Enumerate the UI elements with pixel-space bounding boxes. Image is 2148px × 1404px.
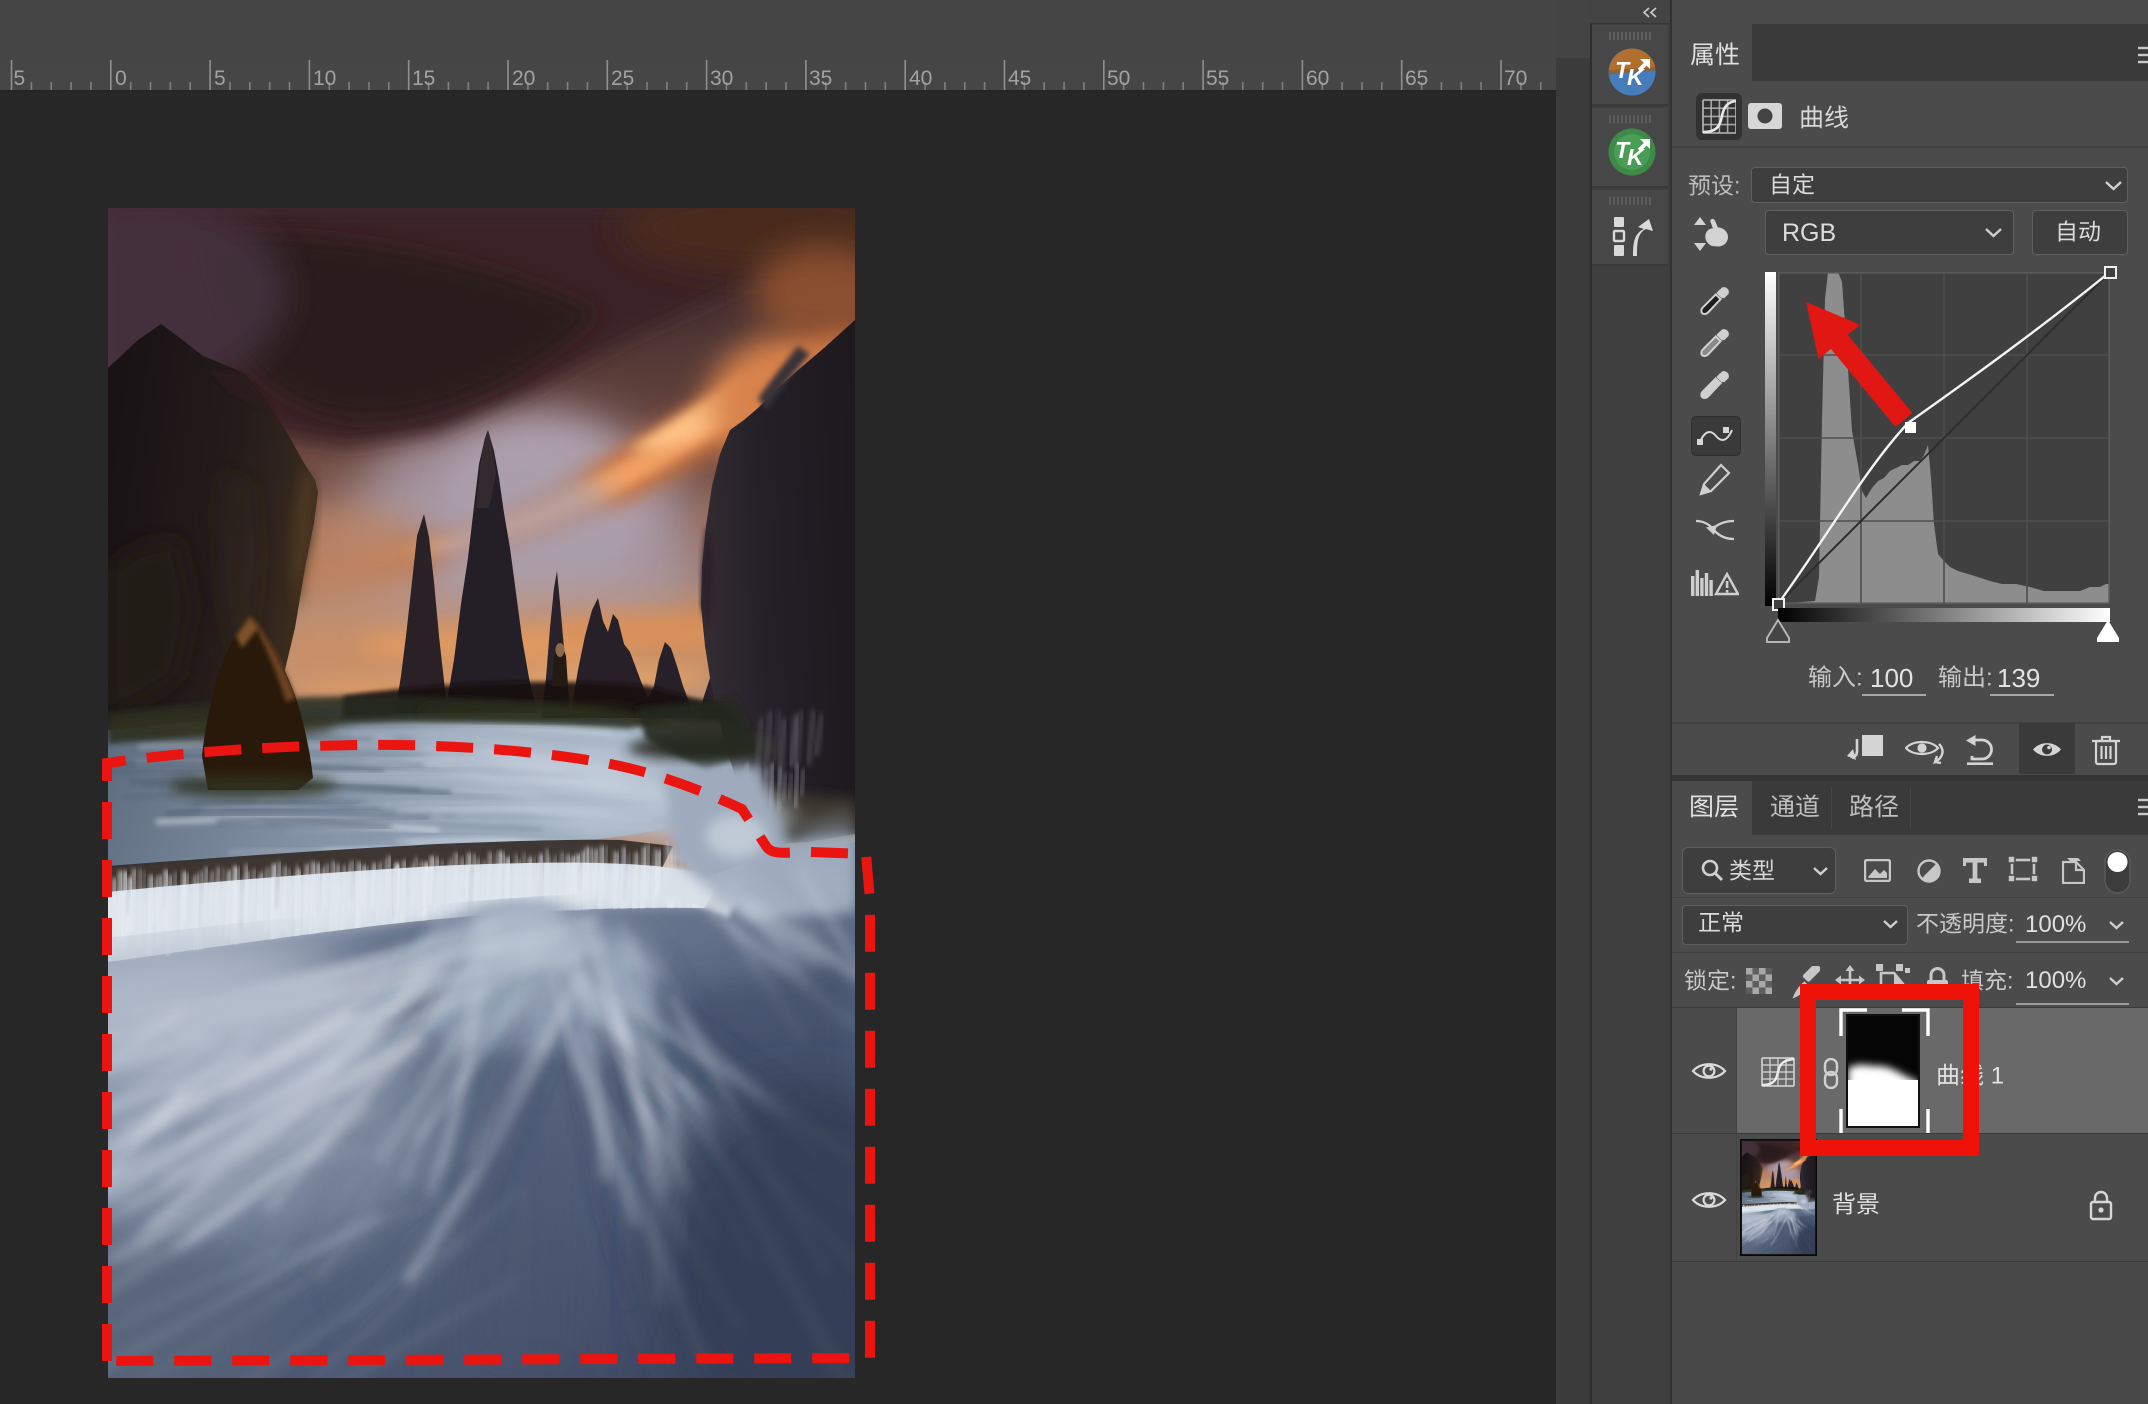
svg-text::: : (1986, 665, 1993, 692)
svg-text:1: 1 (1991, 1063, 2004, 1090)
svg-text::: : (1856, 665, 1863, 692)
svg-text::: : (2007, 969, 2013, 994)
svg-text::: : (1730, 969, 1736, 994)
svg-text::: : (2008, 912, 2014, 937)
svg-text::: : (1734, 174, 1740, 199)
